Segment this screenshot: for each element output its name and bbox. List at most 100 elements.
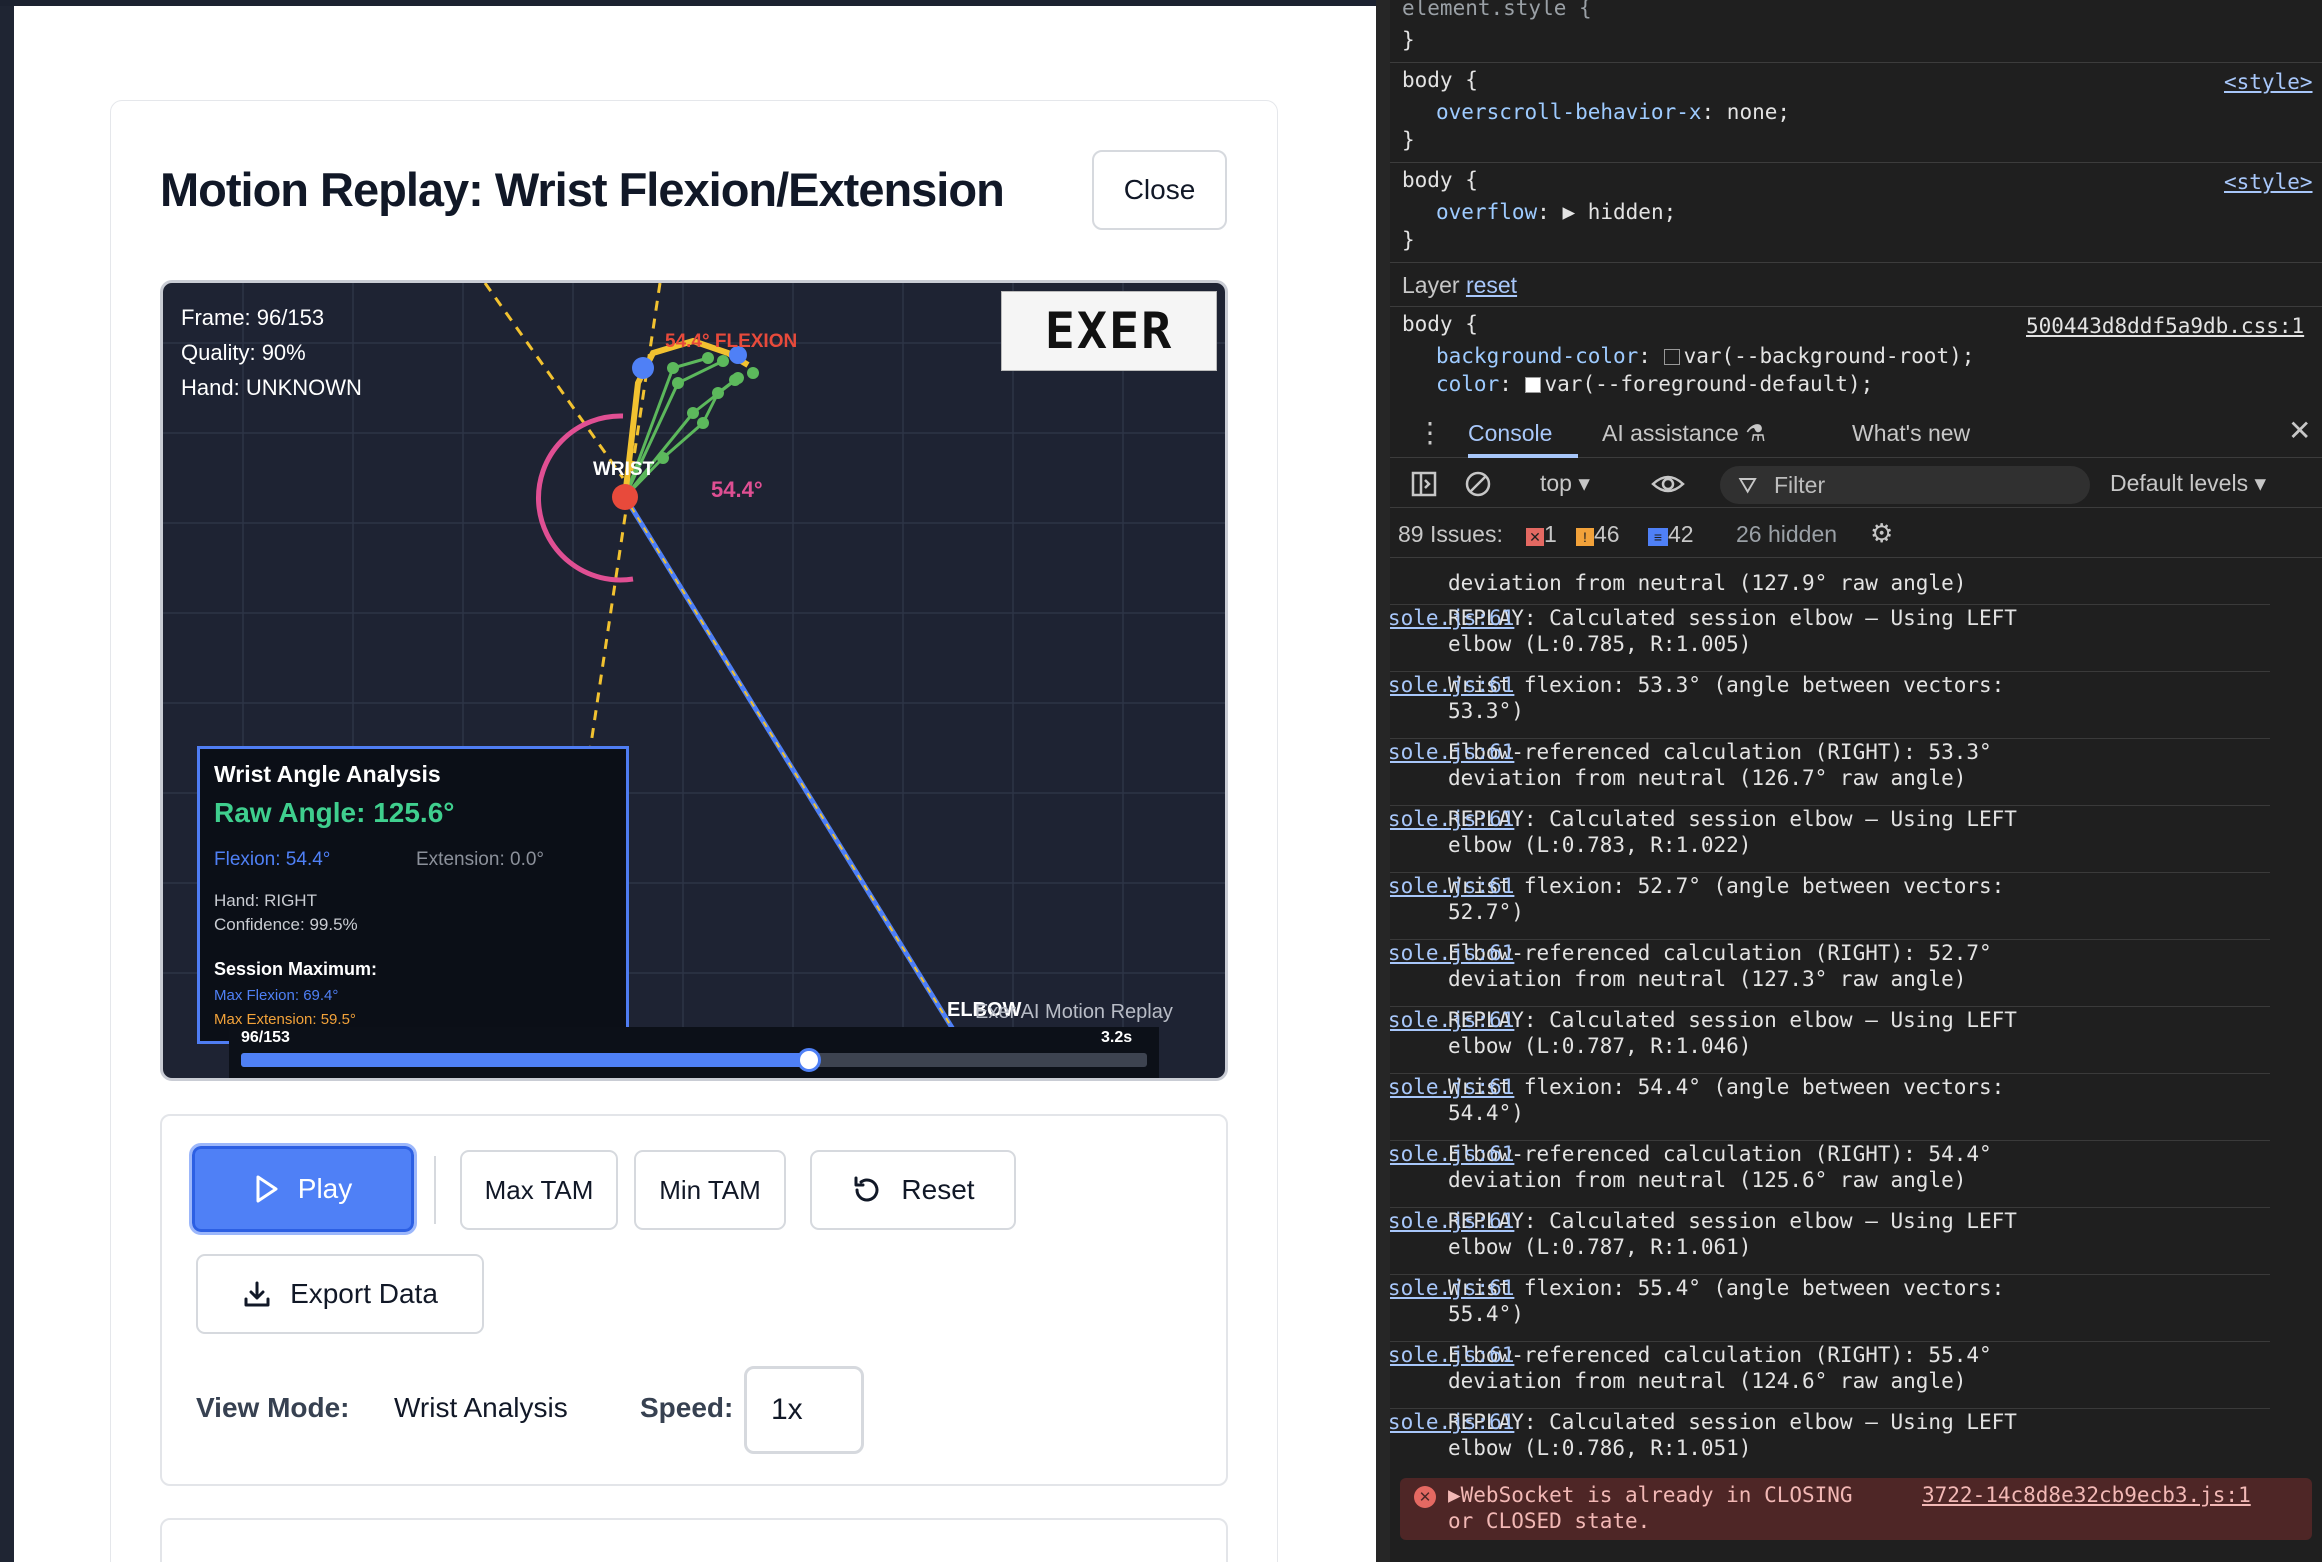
angle-tag: 54.4°	[711, 477, 763, 502]
warning-count[interactable]: ! 46	[1576, 521, 1620, 548]
brace: }	[1402, 128, 1415, 152]
log-row: Elbow-referenced calculation (RIGHT): 53…	[1390, 739, 2270, 806]
devtools-divider[interactable]	[1376, 0, 1390, 1562]
log-row: Wrist flexion: 54.4° (angle between vect…	[1390, 1074, 2270, 1141]
log-source-link[interactable]: Console.js:61	[1390, 806, 2210, 832]
log-source-link[interactable]: Console.js:61	[1390, 1007, 2210, 1033]
speed-select[interactable]: 1x	[744, 1366, 864, 1454]
log-source-link[interactable]: Console.js:61	[1390, 605, 2210, 631]
rule2-source[interactable]: <style>	[2224, 170, 2313, 194]
play-icon	[256, 1175, 278, 1203]
max-tam-button[interactable]: Max TAM	[460, 1150, 618, 1230]
rule3-selector: body {	[1402, 312, 1478, 336]
top-edge	[0, 0, 1376, 6]
motion-replay-canvas[interactable]: Frame: 96/153 Quality: 90% Hand: UNKNOWN…	[160, 280, 1228, 1081]
log-row: Wrist flexion: 55.4° (angle between vect…	[1390, 1275, 2270, 1342]
close-drawer-icon[interactable]: ✕	[2288, 414, 2311, 447]
hand-readout: Hand: UNKNOWN	[181, 375, 362, 400]
speed-label: Speed:	[640, 1392, 734, 1423]
next-section-card	[160, 1518, 1228, 1562]
dropdown-arrow-icon: ▾	[1578, 470, 1590, 496]
log-source-link[interactable]: Console.js:61	[1390, 739, 2210, 765]
export-label: Export Data	[290, 1278, 438, 1309]
button-separator	[434, 1156, 436, 1224]
scrubber-thumb[interactable]	[797, 1048, 822, 1072]
play-button[interactable]: Play	[189, 1143, 417, 1235]
color-swatch[interactable]	[1524, 377, 1541, 393]
tab-console[interactable]: Console	[1468, 420, 1552, 447]
rule1-value[interactable]: : none;	[1702, 100, 1791, 124]
min-tam-button[interactable]: Min TAM	[634, 1150, 786, 1230]
error-icon: ✕	[1414, 1486, 1436, 1508]
drawer-tabs: ⋮ Console AI assistance ⚗ What's new ✕	[1390, 410, 2322, 458]
log-source-link[interactable]: Console.js:61	[1390, 1342, 2210, 1368]
log-row: Wrist flexion: 53.3° (angle between vect…	[1390, 672, 2270, 739]
scrubber-frame: 96/153	[241, 1029, 290, 1046]
log-row: REPLAY: Calculated session elbow – Using…	[1390, 806, 2270, 873]
log-source-link[interactable]: Console.js:61	[1390, 873, 2210, 899]
brace: }	[1402, 228, 1415, 252]
info-badge-icon: ≡	[1648, 528, 1668, 546]
layer-label: Layer reset	[1402, 272, 1518, 298]
playback-controls: Play Max TAM Min TAM Reset Export Data V…	[160, 1114, 1228, 1486]
issues-label: 89 Issues:	[1398, 521, 1503, 547]
filter-placeholder: Filter	[1774, 472, 1826, 498]
rule3-prop2[interactable]: color	[1436, 372, 1499, 396]
tab-ai-assistance[interactable]: AI assistance ⚗	[1602, 420, 1766, 447]
brace: }	[1402, 28, 1415, 52]
error-source-link[interactable]: 3722-14c8d8e32cb9ecb3.js:1	[1922, 1482, 2251, 1508]
rule3-source[interactable]: 500443d8ddf5a9db.css:1	[2026, 314, 2304, 338]
error-log-row[interactable]: ✕ ▶WebSocket is already in CLOSING or CL…	[1400, 1478, 2312, 1540]
rule1-prop[interactable]: overscroll-behavior-x	[1436, 100, 1702, 124]
rule3-prop1[interactable]: background-color	[1436, 344, 1638, 368]
rule2-prop[interactable]: overflow	[1436, 200, 1537, 224]
filter-input[interactable]: ⛛ Filter	[1720, 466, 2090, 504]
analysis-title: Wrist Angle Analysis	[214, 761, 441, 787]
rule2-selector: body {	[1402, 168, 1478, 192]
log-source-link[interactable]: Console.js:61	[1390, 672, 2210, 698]
flexion-tag: 54.4° FLEXION	[665, 331, 798, 352]
log-row: Elbow-referenced calculation (RIGHT): 55…	[1390, 1342, 2270, 1409]
watermark: Exer AI Motion Replay	[975, 1001, 1173, 1023]
color-swatch[interactable]	[1663, 349, 1680, 365]
eye-icon[interactable]	[1650, 470, 1686, 498]
flask-icon: ⚗	[1745, 420, 1766, 446]
log-source-link[interactable]: Console.js:61	[1390, 1275, 2210, 1301]
reset-icon	[854, 1176, 879, 1202]
timeline-scrubber[interactable]: 96/153 3.2s	[229, 1027, 1159, 1078]
error-count[interactable]: ✕ 1	[1526, 521, 1557, 548]
issues-bar[interactable]: 89 Issues: ✕ 1 ! 46 ≡ 42 26 hidden ⚙	[1390, 508, 2322, 558]
reset-button[interactable]: Reset	[810, 1150, 1016, 1230]
log-levels-select[interactable]: Default levels ▾	[2110, 470, 2266, 497]
clear-console-icon[interactable]	[1464, 470, 1492, 498]
kebab-menu-icon[interactable]: ⋮	[1416, 416, 1444, 449]
divider	[1390, 306, 2322, 307]
layer-reset-link[interactable]: reset	[1466, 272, 1517, 298]
export-data-button[interactable]: Export Data	[196, 1254, 484, 1334]
close-button[interactable]: Close	[1092, 150, 1227, 230]
log-row: REPLAY: Calculated session elbow – Using…	[1390, 1007, 2270, 1074]
rule1-source[interactable]: <style>	[2224, 70, 2313, 94]
extension-value: Extension: 0.0°	[416, 849, 545, 870]
context-select[interactable]: top ▾	[1540, 470, 1590, 497]
log-source-link[interactable]: Console.js:61	[1390, 940, 2210, 966]
play-label: Play	[297, 1173, 353, 1204]
dropdown-arrow-icon: ▾	[2254, 470, 2267, 496]
log-source-link[interactable]: Console.js:61	[1390, 1074, 2210, 1100]
rule2-value[interactable]: : ▶ hidden;	[1537, 200, 1676, 224]
log-source-link[interactable]: Console.js:61	[1390, 1409, 2210, 1435]
scrubber-fill	[241, 1053, 810, 1067]
rule3-value2[interactable]: var(--foreground-default);	[1545, 372, 1874, 396]
sidebar-toggle-icon[interactable]	[1410, 470, 1438, 498]
confidence-value: Confidence: 99.5%	[214, 915, 358, 934]
log-source-link[interactable]: Console.js:61	[1390, 1141, 2210, 1167]
tab-whats-new[interactable]: What's new	[1852, 420, 1970, 447]
settings-gear-icon[interactable]: ⚙	[1870, 518, 1893, 549]
console-log-list[interactable]: deviation from neutral (127.9° raw angle…	[1390, 560, 2322, 1476]
scrubber-time: 3.2s	[1101, 1029, 1133, 1046]
devtools-panel: element.style { } body { <style> overscr…	[1390, 0, 2322, 1562]
rule3-value1[interactable]: var(--background-root);	[1684, 344, 1975, 368]
view-mode-value[interactable]: Wrist Analysis	[394, 1392, 568, 1424]
info-count[interactable]: ≡ 42	[1648, 521, 1694, 548]
log-source-link[interactable]: Console.js:61	[1390, 1208, 2210, 1234]
